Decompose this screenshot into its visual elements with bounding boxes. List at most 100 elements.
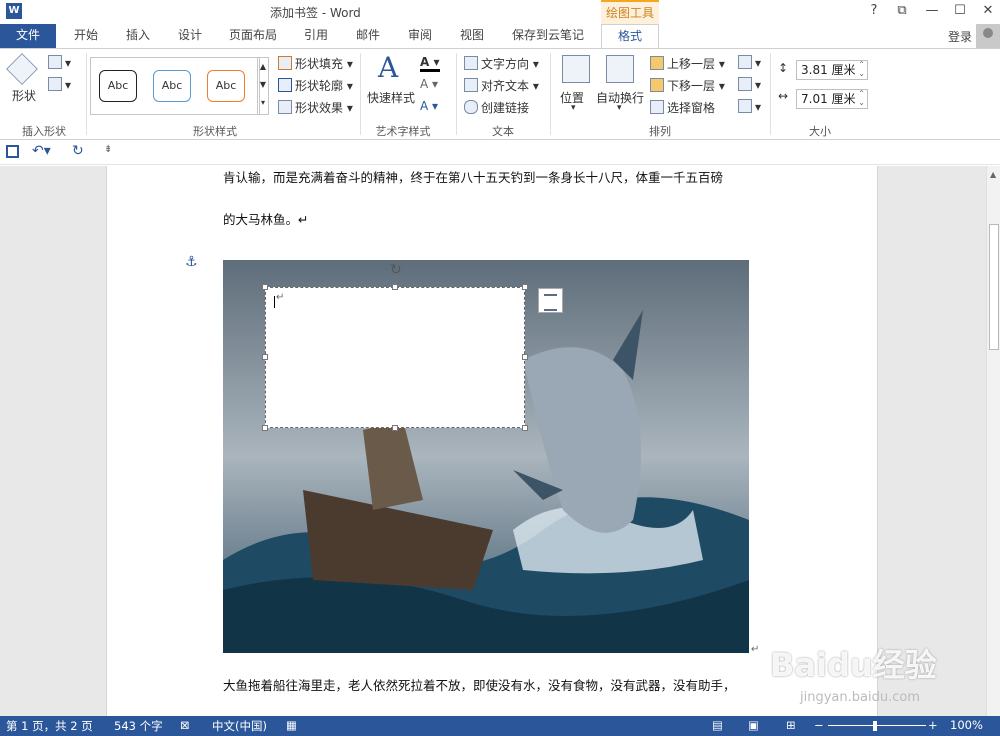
shape-outline-label: 形状轮廓 [295,79,344,93]
print-layout-icon[interactable]: ▣ [748,718,759,732]
vertical-scrollbar[interactable]: ▲ [986,166,1000,716]
resize-handle-w[interactable] [262,354,268,360]
bring-forward-button[interactable]: 上移一层 ▾ [650,55,725,72]
scrollbar-thumb[interactable] [989,224,999,350]
tab-view[interactable]: 视图 [450,24,494,48]
edit-shape-button[interactable]: ▾ [48,55,71,70]
title-bar: W 添加书签 - Word 绘图工具 ? ⧉ — ☐ ✕ [0,0,1000,24]
tab-save-to-cloud-notes[interactable]: 保存到云笔记 [504,24,592,48]
align-objects-button[interactable]: ▾ [738,55,761,70]
send-backward-button[interactable]: 下移一层 ▾ [650,77,725,94]
quick-access-toolbar: ↶▾ ↻ ⇟ [0,141,1000,165]
status-bar: 第 1 页，共 2 页 543 个字 ⊠ 中文(中国) ▦ ▤ ▣ ⊞ − + … [0,716,1000,736]
rotate-handle-icon[interactable]: ↻ [390,262,402,278]
shape-fill-button[interactable]: 形状填充 ▾ [278,55,353,72]
page-count[interactable]: 第 1 页，共 2 页 [6,718,93,734]
redo-icon[interactable]: ↻ [72,143,84,159]
align-text-button[interactable]: 对齐文本 ▾ [464,77,539,94]
quick-styles-button[interactable]: 快速样式 [367,89,415,106]
resize-handle-ne[interactable] [522,284,528,290]
tab-file[interactable]: 文件 [0,24,56,48]
minimize-button[interactable]: — [920,2,944,20]
zoom-in-button[interactable]: + [928,718,938,732]
login-link[interactable]: 登录 [948,28,972,45]
zoom-slider-thumb[interactable] [873,721,877,731]
shapes-icon [6,53,38,85]
send-backward-label: 下移一层 [667,79,716,93]
style-gallery-scroll[interactable]: ▲ ▼ ▾ [257,57,269,115]
resize-handle-se[interactable] [522,425,528,431]
shape-width-input[interactable]: 7.01 厘米 [796,89,868,109]
undo-icon[interactable]: ↶▾ [32,143,51,159]
maximize-button[interactable]: ☐ [948,2,972,20]
text-fill-icon[interactable]: A ▾ [420,55,440,72]
text-effects-icon[interactable]: A ▾ [420,99,438,113]
document-page: 肯认输，而是充满着奋斗的精神，终于在第八十五天钓到一条身长十八尺，体重一千五百磅… [106,166,878,716]
tab-page-layout[interactable]: 页面布局 [222,24,284,48]
close-button[interactable]: ✕ [976,2,1000,20]
resize-handle-s[interactable] [392,425,398,431]
layout-options-icon[interactable] [538,288,563,313]
shape-height-input[interactable]: 3.81 厘米 [796,60,868,80]
image-paragraph-mark: ↵ [751,644,760,655]
avatar[interactable] [976,24,1000,48]
read-mode-icon[interactable]: ▤ [712,718,723,732]
tab-design[interactable]: 设计 [168,24,212,48]
ribbon-display-options-button[interactable]: ⧉ [890,2,914,20]
draw-textbox-button[interactable]: ▾ [48,77,71,92]
style-preset-1[interactable]: Abc [99,70,137,102]
tab-mailings[interactable]: 邮件 [346,24,390,48]
resize-handle-n[interactable] [392,284,398,290]
help-button[interactable]: ? [862,2,886,20]
zoom-slider-track[interactable] [828,725,926,726]
separator [456,53,457,135]
resize-handle-nw[interactable] [262,284,268,290]
text-direction-label: 文字方向 [481,57,530,71]
position-icon [562,55,590,83]
text-direction-icon [464,56,478,70]
tab-format[interactable]: 格式 [601,24,659,49]
language-indicator[interactable]: 中文(中国) [212,718,267,734]
paragraph-2[interactable]: 的大马林鱼。↵ [223,209,308,228]
selection-pane-button[interactable]: 选择窗格 [650,99,715,116]
word-app-icon[interactable]: W [6,3,22,19]
shape-effects-button[interactable]: 形状效果 ▾ [278,99,353,116]
text-direction-button[interactable]: 文字方向 ▾ [464,55,539,72]
group-objects-button[interactable]: ▾ [738,77,761,92]
tab-review[interactable]: 审阅 [398,24,442,48]
tab-insert[interactable]: 插入 [116,24,160,48]
proofing-icon[interactable]: ⊠ [180,718,190,732]
scroll-up-icon[interactable]: ▲ [990,170,996,179]
group-icon [738,77,752,91]
bring-forward-label: 上移一层 [667,57,716,71]
paragraph-3[interactable]: 大鱼拖着船往海里走，老人依然死拉着不放，即使没有水，没有食物，没有武器，没有助手… [223,675,736,694]
wrap-text-dropdown-arrow[interactable]: ▾ [617,103,622,113]
zoom-out-button[interactable]: − [814,718,824,732]
selected-textbox[interactable]: ↵ [262,284,528,431]
word-count[interactable]: 543 个字 [114,718,163,734]
window-title: 添加书签 - Word [270,6,361,20]
send-backward-icon [650,78,664,92]
tab-references[interactable]: 引用 [294,24,338,48]
web-layout-icon[interactable]: ⊞ [786,718,796,732]
style-preset-2[interactable]: Abc [153,70,191,102]
position-dropdown-arrow[interactable]: ▾ [571,103,576,113]
resize-handle-e[interactable] [522,354,528,360]
shape-outline-button[interactable]: 形状轮廓 ▾ [278,77,353,94]
shapes-button[interactable]: 形状 [12,87,36,104]
tab-home[interactable]: 开始 [64,24,108,48]
resize-handle-sw[interactable] [262,425,268,431]
wordart-a-icon: A [378,51,399,84]
text-outline-icon[interactable]: A ▾ [420,77,438,91]
style-preset-3[interactable]: Abc [207,70,245,102]
create-link-button[interactable]: 创建链接 [464,99,529,116]
paragraph-1[interactable]: 肯认输，而是充满着奋斗的精神，终于在第八十五天钓到一条身长十八尺，体重一千五百磅 [223,167,723,186]
customize-qat-icon[interactable]: ⇟ [104,144,112,155]
save-icon[interactable] [6,145,19,158]
macro-icon[interactable]: ▦ [286,718,297,732]
separator [86,53,87,135]
group-label-text: 文本 [492,125,514,138]
zoom-level[interactable]: 100% [950,718,983,732]
rotate-objects-button[interactable]: ▾ [738,99,761,114]
selection-pane-icon [650,100,664,114]
